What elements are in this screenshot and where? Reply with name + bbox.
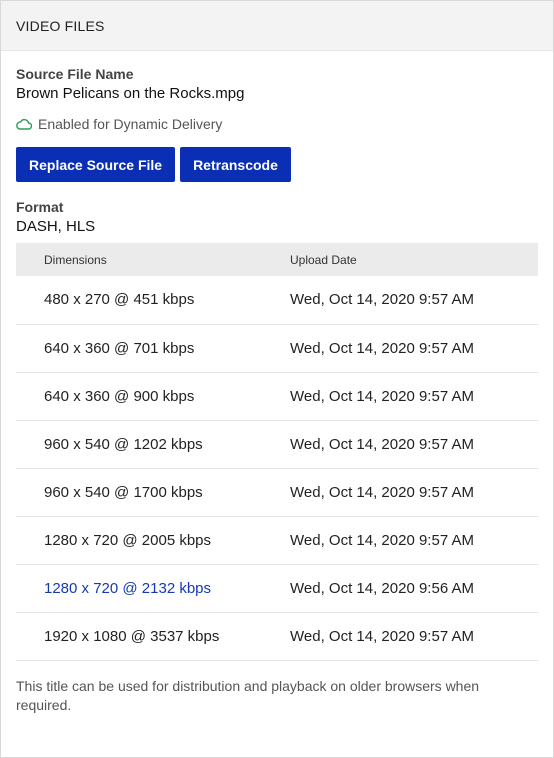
rendition-upload-date: Wed, Oct 14, 2020 9:57 AM	[290, 387, 474, 405]
table-row: 1280 x 720 @ 2005 kbps Wed, Oct 14, 2020 …	[16, 516, 538, 564]
rendition-upload-date: Wed, Oct 14, 2020 9:57 AM	[290, 291, 474, 309]
source-file-name: Brown Pelicans on the Rocks.mpg	[16, 85, 245, 102]
rendition-dimensions-link[interactable]: 1280 x 720 @ 2132 kbps	[16, 564, 290, 612]
table-row: 480 x 270 @ 451 kbps Wed, Oct 14, 2020 9:…	[16, 276, 538, 324]
rendition-dimensions: 480 x 270 @ 451 kbps	[44, 291, 195, 309]
rendition-upload-date: Wed, Oct 14, 2020 9:57 AM	[290, 483, 474, 501]
table-row[interactable]: 1280 x 720 @ 2132 kbps Wed, Oct 14, 2020 …	[16, 564, 538, 612]
footnote-text: This title can be used for distribution …	[16, 677, 480, 713]
dynamic-delivery-text: Enabled for Dynamic Delivery	[38, 116, 223, 132]
format-label: Format	[16, 199, 64, 215]
rendition-dimensions: 1280 x 720 @ 2005 kbps	[44, 531, 212, 549]
table-row: 960 x 540 @ 1202 kbps Wed, Oct 14, 2020 9…	[16, 420, 538, 468]
rendition-upload-date: Wed, Oct 14, 2020 9:57 AM	[290, 339, 474, 357]
dynamic-delivery-status: Enabled for Dynamic Delivery	[16, 116, 538, 132]
table-row: 640 x 360 @ 701 kbps Wed, Oct 14, 2020 9:…	[16, 324, 538, 372]
rendition-dimensions: 1920 x 1080 @ 3537 kbps	[44, 627, 220, 645]
table-row: 1920 x 1080 @ 3537 kbps Wed, Oct 14, 2020…	[16, 612, 538, 660]
rendition-upload-date: Wed, Oct 14, 2020 9:56 AM	[290, 579, 474, 597]
source-file-section: Source File Name Brown Pelicans on the R…	[16, 51, 538, 132]
rendition-upload-date: Wed, Oct 14, 2020 9:57 AM	[290, 627, 474, 645]
rendition-upload-date: Wed, Oct 14, 2020 9:57 AM	[290, 435, 474, 453]
rendition-upload-date: Wed, Oct 14, 2020 9:57 AM	[290, 531, 474, 549]
cloud-icon	[16, 118, 32, 130]
renditions-table: Dimensions Upload Date 480 x 270 @ 451 k…	[16, 243, 538, 661]
retranscode-button[interactable]: Retranscode	[180, 147, 291, 182]
panel-content: Source File Name Brown Pelicans on the R…	[1, 51, 553, 715]
format-value: DASH, HLS	[16, 218, 96, 235]
rendition-dimensions: 640 x 360 @ 701 kbps	[44, 339, 195, 357]
action-buttons: Replace Source File Retranscode	[16, 147, 538, 182]
rendition-dimensions: 960 x 540 @ 1202 kbps	[44, 435, 203, 453]
format-section: Format DASH, HLS	[16, 199, 538, 235]
table-row: 960 x 540 @ 1700 kbps Wed, Oct 14, 2020 9…	[16, 468, 538, 516]
table-body: 480 x 270 @ 451 kbps Wed, Oct 14, 2020 9:…	[16, 276, 538, 660]
replace-source-file-button[interactable]: Replace Source File	[16, 147, 176, 182]
rendition-dimensions: 960 x 540 @ 1700 kbps	[44, 483, 203, 501]
panel-title: VIDEO FILES	[16, 17, 105, 34]
dimensions-column-header: Dimensions	[44, 252, 107, 267]
video-files-panel: VIDEO FILES Source File Name Brown Pelic…	[0, 0, 554, 758]
rendition-dimensions: 640 x 360 @ 900 kbps	[44, 387, 195, 405]
upload-date-column-header: Upload Date	[290, 252, 357, 267]
panel-header: VIDEO FILES	[1, 1, 553, 51]
source-file-label: Source File Name	[16, 66, 134, 82]
table-header-row: Dimensions Upload Date	[16, 243, 538, 276]
table-row: 640 x 360 @ 900 kbps Wed, Oct 14, 2020 9:…	[16, 372, 538, 420]
